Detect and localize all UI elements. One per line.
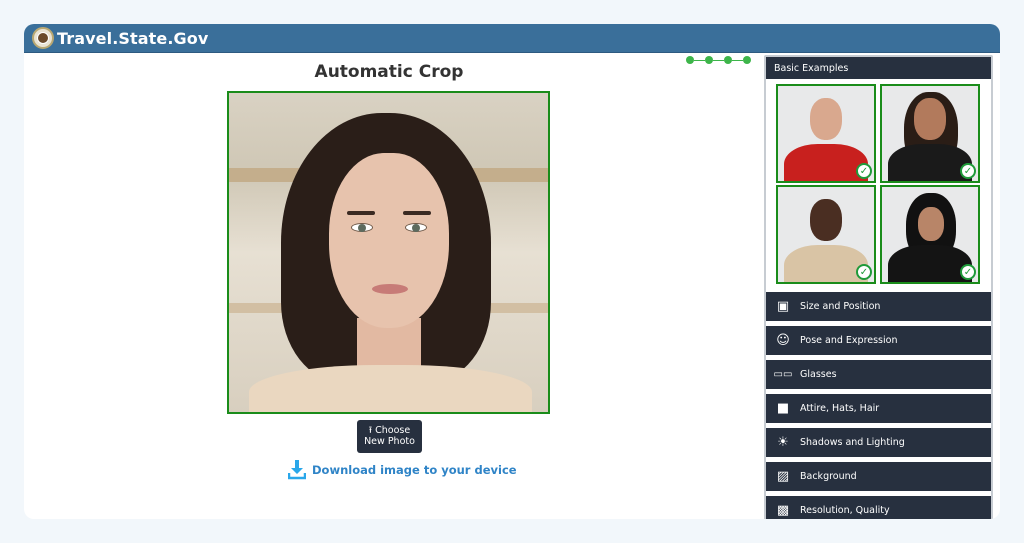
step-dot-3 <box>724 56 732 64</box>
menu-label: Shadows and Lighting <box>800 437 905 448</box>
examples-grid: ✓ ✓ ✓ ✓ <box>766 79 991 290</box>
choose-new-photo-button[interactable]: ⭱ Choose New Photo <box>357 420 422 453</box>
page-title: Automatic Crop <box>314 62 464 82</box>
site-header: Travel.State.Gov <box>24 24 1000 53</box>
download-link[interactable]: Download image to your device <box>287 460 517 480</box>
step-dot-4 <box>743 56 751 64</box>
upload-icon: ⭱ <box>368 425 373 436</box>
menu-item-background[interactable]: ▨ Background <box>766 460 991 491</box>
choose-label-line1: Choose <box>375 425 411 436</box>
download-icon <box>287 460 307 480</box>
example-photo-1[interactable]: ✓ <box>776 84 876 183</box>
approved-check-icon: ✓ <box>856 264 872 280</box>
choose-label-line2: New Photo <box>364 436 415 447</box>
glasses-icon: ▭▭ <box>773 369 793 380</box>
shirt-shape <box>249 365 532 412</box>
guidelines-sidebar: Basic Examples ✓ ✓ ✓ ✓ ▣ Size and Positi… <box>764 55 993 519</box>
menu-item-size-position[interactable]: ▣ Size and Position <box>766 290 991 321</box>
guideline-menu: ▣ Size and Position ☺ Pose and Expressio… <box>766 290 991 519</box>
menu-item-glasses[interactable]: ▭▭ Glasses <box>766 358 991 389</box>
sidebar-header: Basic Examples <box>766 57 991 79</box>
site-brand[interactable]: Travel.State.Gov <box>57 29 208 48</box>
menu-item-attire[interactable]: ■ Attire, Hats, Hair <box>766 392 991 423</box>
example-photo-4[interactable]: ✓ <box>880 185 980 284</box>
menu-item-resolution[interactable]: ▩ Resolution, Quality <box>766 494 991 519</box>
menu-label: Resolution, Quality <box>800 505 890 516</box>
approved-check-icon: ✓ <box>960 163 976 179</box>
sun-icon: ☀ <box>777 435 789 450</box>
face-shape <box>329 153 449 328</box>
top-hat-icon: ■ <box>776 401 790 416</box>
menu-item-pose-expression[interactable]: ☺ Pose and Expression <box>766 324 991 355</box>
image-icon: ▨ <box>776 469 790 484</box>
portrait-frame-icon: ▣ <box>776 299 790 314</box>
example-photo-3[interactable]: ✓ <box>776 185 876 284</box>
cropped-photo <box>227 91 550 414</box>
neutral-face-icon: ☺ <box>776 333 790 348</box>
pixelated-face-icon: ▩ <box>776 503 790 518</box>
menu-label: Size and Position <box>800 301 881 312</box>
menu-label: Pose and Expression <box>800 335 898 346</box>
menu-label: Background <box>800 471 857 482</box>
seal-icon <box>32 27 54 49</box>
approved-check-icon: ✓ <box>960 264 976 280</box>
approved-check-icon: ✓ <box>856 163 872 179</box>
menu-label: Glasses <box>800 369 837 380</box>
step-dot-2 <box>705 56 713 64</box>
page-frame: Travel.State.Gov Automatic Crop ⭱ Choose… <box>24 24 1000 519</box>
download-label: Download image to your device <box>312 463 517 477</box>
step-dot-1 <box>686 56 694 64</box>
progress-steps <box>686 56 751 64</box>
menu-item-shadows[interactable]: ☀ Shadows and Lighting <box>766 426 991 457</box>
example-photo-2[interactable]: ✓ <box>880 84 980 183</box>
menu-label: Attire, Hats, Hair <box>800 403 880 414</box>
